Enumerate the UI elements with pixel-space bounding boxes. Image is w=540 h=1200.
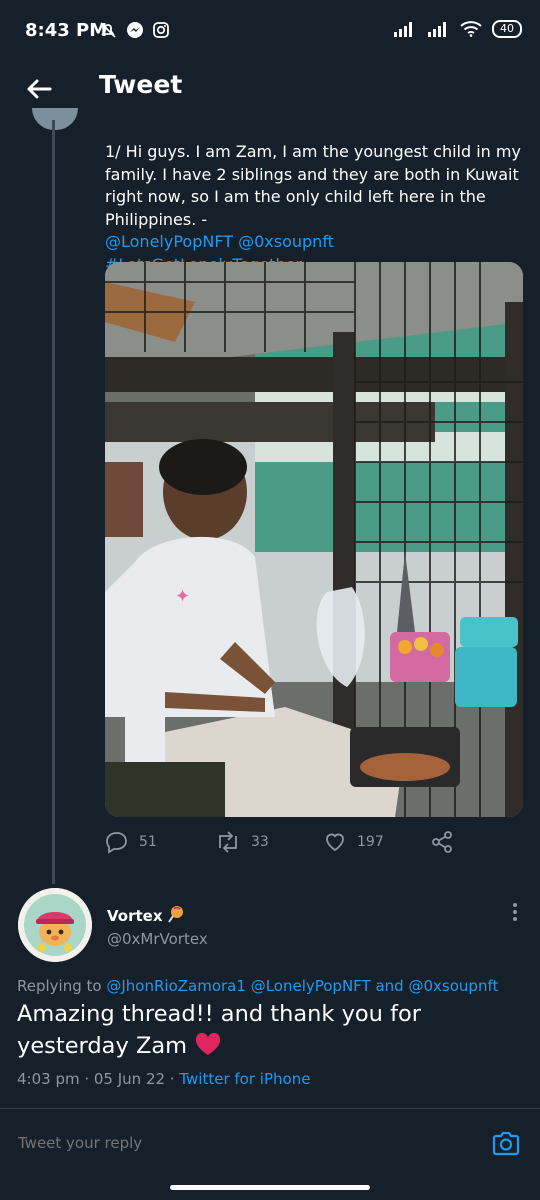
signal-icon xyxy=(428,22,446,37)
share-icon xyxy=(432,831,452,853)
mention-link[interactable]: @JhonRioZamora1 xyxy=(106,977,246,995)
red-heart-icon xyxy=(196,1032,221,1055)
status-bar: 8:43 PM 40 xyxy=(0,0,540,62)
home-indicator[interactable] xyxy=(170,1185,370,1190)
camera-icon[interactable] xyxy=(490,1127,522,1159)
mention-link[interactable]: @0xsoupnft xyxy=(409,977,499,995)
messenger-icon xyxy=(127,22,143,38)
previous-tweet-avatar[interactable] xyxy=(32,108,78,130)
mention-link[interactable]: @LonelyPopNFT xyxy=(251,977,371,995)
more-options-icon[interactable] xyxy=(511,902,519,922)
mute-icon xyxy=(100,22,116,38)
reply-tweet-text: Amazing thread!! and thank you for yeste… xyxy=(17,1001,422,1059)
reply-count: 51 xyxy=(139,834,157,850)
mention-link[interactable]: @0xsoupnft xyxy=(238,232,334,251)
photo-illustration: ✦ xyxy=(105,262,523,817)
retweet-action[interactable]: 33 xyxy=(215,830,269,854)
mention-link[interactable]: @LonelyPopNFT xyxy=(105,232,233,251)
reply-icon xyxy=(106,832,127,854)
retweet-count: 33 xyxy=(251,834,269,850)
lollipop-icon xyxy=(167,906,183,923)
tweet-actions: 51 33 197 xyxy=(105,830,525,862)
svg-text:✦: ✦ xyxy=(175,586,190,607)
reply-author-handle[interactable]: @0xMrVortex xyxy=(107,930,208,948)
status-time: 8:43 PM xyxy=(25,20,108,41)
tweet-body: 1/ Hi guys. I am Zam, I am the youngest … xyxy=(105,142,521,229)
reply-tweet-header: Vortex @0xMrVortex xyxy=(18,888,523,968)
replying-to: Replying to @JhonRioZamora1 @LonelyPopNF… xyxy=(17,977,499,995)
tweet-photo[interactable]: ✦ xyxy=(105,262,523,817)
thread-line xyxy=(52,120,55,884)
battery-icon: 40 xyxy=(492,20,522,38)
divider xyxy=(0,1108,540,1109)
signal-icon xyxy=(394,22,412,37)
reply-action[interactable]: 51 xyxy=(105,830,157,854)
replying-and: and xyxy=(375,977,404,995)
wifi-icon xyxy=(460,21,482,37)
page-title: Tweet xyxy=(99,70,183,99)
reply-author-name[interactable]: Vortex xyxy=(107,905,184,925)
avatar[interactable] xyxy=(18,888,92,962)
reply-timestamp: 4:03 pm · 05 Jun 22 · Twitter for iPhone xyxy=(17,1070,311,1088)
share-action[interactable] xyxy=(430,830,454,854)
app-bar: Tweet xyxy=(0,62,540,120)
heart-icon xyxy=(326,833,344,852)
back-arrow-icon[interactable] xyxy=(22,72,56,106)
like-count: 197 xyxy=(357,834,384,850)
tweet-text: 1/ Hi guys. I am Zam, I am the youngest … xyxy=(105,141,525,276)
reply-composer xyxy=(0,1115,540,1170)
like-action[interactable]: 197 xyxy=(323,830,384,854)
retweet-icon xyxy=(219,831,237,853)
tweet-source-link[interactable]: Twitter for iPhone xyxy=(179,1070,310,1088)
reply-input[interactable] xyxy=(16,1133,420,1153)
instagram-icon xyxy=(153,22,169,38)
